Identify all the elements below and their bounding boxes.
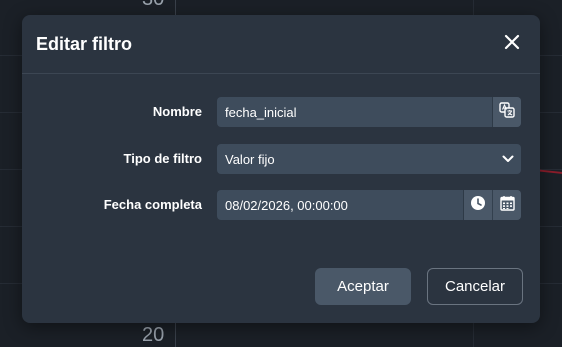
date-picker-button[interactable] (492, 190, 521, 220)
translate-button[interactable] (492, 97, 521, 127)
nombre-row: Nombre fecha_inicial (22, 97, 540, 127)
tipo-value[interactable]: Valor fijo (217, 152, 495, 167)
cancel-button[interactable]: Cancelar (427, 268, 523, 305)
y-tick-label: 20 (142, 324, 165, 346)
close-icon (504, 34, 520, 55)
nombre-label: Nombre (152, 104, 202, 119)
series-line (537, 169, 562, 175)
tipo-row: Tipo de filtro Valor fijo (22, 144, 540, 174)
nombre-field[interactable]: fecha_inicial (217, 97, 521, 127)
calendar-icon (499, 195, 515, 216)
fecha-value[interactable]: 08/02/2026, 00:00:00 (217, 198, 463, 213)
tipo-select[interactable]: Valor fijo (217, 144, 521, 174)
fecha-field[interactable]: 08/02/2026, 00:00:00 (217, 190, 521, 220)
close-button[interactable] (500, 32, 524, 56)
tipo-label: Tipo de filtro (123, 151, 202, 166)
y-tick-label: 30 (142, 0, 164, 11)
translate-icon (499, 101, 515, 123)
dialog-header: Editar filtro (22, 15, 540, 74)
nombre-value[interactable]: fecha_inicial (217, 105, 492, 120)
fecha-label: Fecha completa (103, 197, 202, 212)
dialog-footer: Aceptar Cancelar (315, 268, 523, 305)
chevron-down-icon (495, 154, 521, 164)
accept-button[interactable]: Aceptar (315, 268, 411, 305)
fecha-row: Fecha completa 08/02/2026, 00:00:00 (22, 190, 540, 220)
dialog-title: Editar filtro (36, 33, 133, 54)
clock-icon (470, 195, 486, 216)
edit-filter-dialog: Editar filtro Nombre fecha_inicial Tipo … (22, 15, 540, 323)
time-picker-button[interactable] (463, 190, 492, 220)
